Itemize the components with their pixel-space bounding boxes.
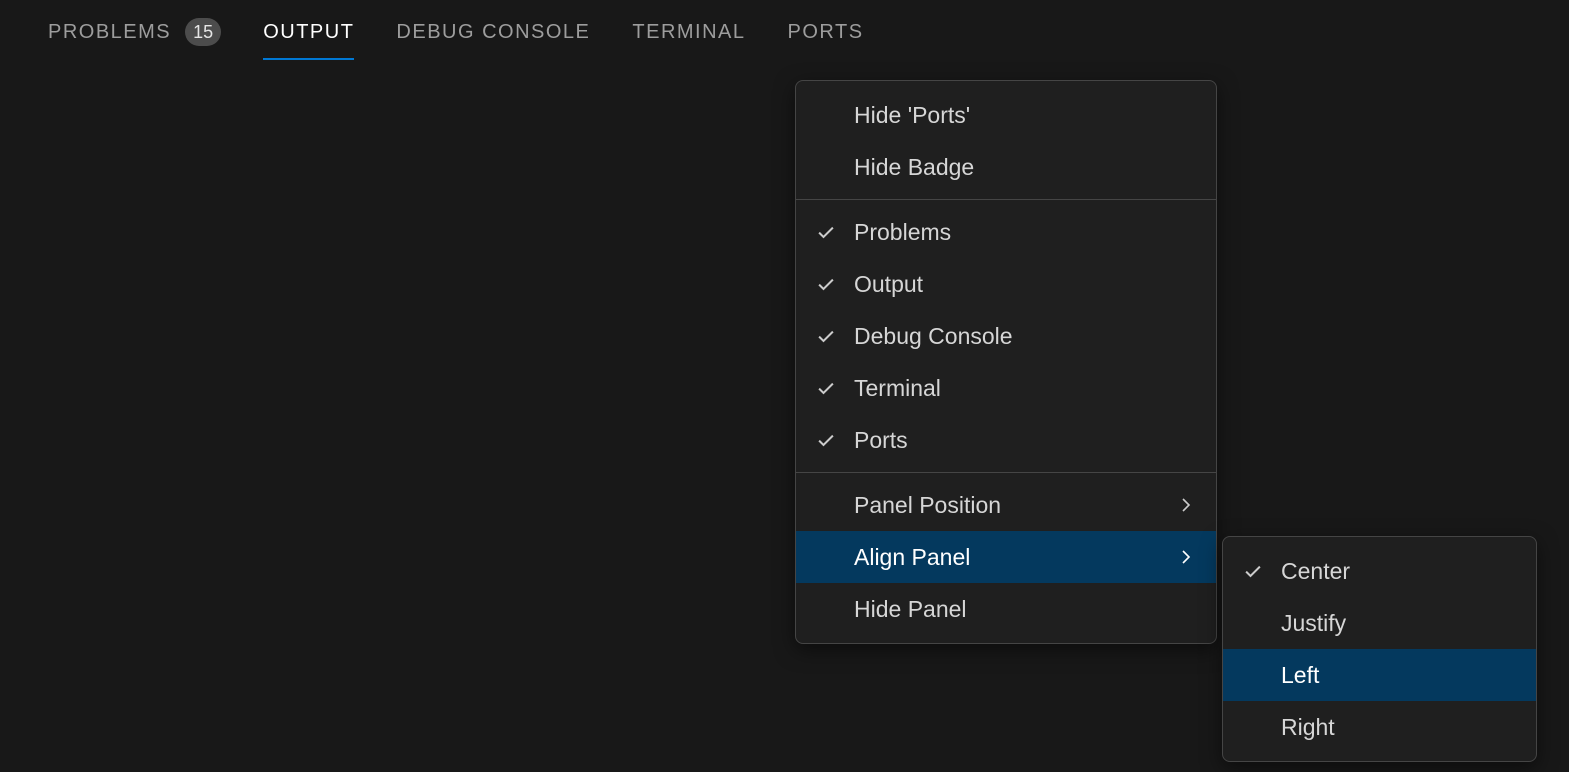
menu-hide-panel[interactable]: Hide Panel [796, 583, 1216, 635]
align-panel-submenu: Center Justify Left Right [1222, 536, 1537, 762]
menu-item-label: Output [854, 271, 1196, 298]
menu-toggle-problems[interactable]: Problems [796, 206, 1216, 258]
submenu-align-left[interactable]: Left [1223, 649, 1536, 701]
menu-toggle-terminal[interactable]: Terminal [796, 362, 1216, 414]
menu-item-label: Ports [854, 427, 1196, 454]
panel-tab-bar: PROBLEMS 15 OUTPUT DEBUG CONSOLE TERMINA… [0, 0, 1569, 64]
tab-label: OUTPUT [263, 21, 354, 44]
check-icon [816, 274, 850, 294]
check-icon [816, 430, 850, 450]
menu-item-label: Right [1281, 714, 1516, 741]
menu-item-label: Problems [854, 219, 1196, 246]
tab-problems[interactable]: PROBLEMS 15 [48, 18, 221, 62]
tab-label: DEBUG CONSOLE [396, 21, 590, 44]
submenu-align-center[interactable]: Center [1223, 545, 1536, 597]
tab-output[interactable]: OUTPUT [263, 21, 354, 60]
menu-align-panel[interactable]: Align Panel [796, 531, 1216, 583]
menu-item-label: Panel Position [854, 492, 1172, 519]
check-icon [816, 222, 850, 242]
tab-terminal[interactable]: TERMINAL [632, 21, 745, 60]
chevron-right-icon [1176, 495, 1196, 515]
problems-count-badge: 15 [185, 18, 221, 46]
check-icon [816, 326, 850, 346]
menu-hide-ports[interactable]: Hide 'Ports' [796, 89, 1216, 141]
menu-item-label: Debug Console [854, 323, 1196, 350]
menu-separator [796, 472, 1216, 473]
menu-item-label: Center [1281, 558, 1516, 585]
check-icon [1243, 561, 1277, 581]
menu-item-label: Terminal [854, 375, 1196, 402]
menu-hide-badge[interactable]: Hide Badge [796, 141, 1216, 193]
menu-item-label: Hide 'Ports' [854, 102, 1196, 129]
tab-label: PROBLEMS [48, 21, 171, 44]
menu-item-label: Hide Panel [854, 596, 1196, 623]
tab-label: PORTS [788, 21, 864, 44]
tab-ports[interactable]: PORTS [788, 21, 864, 60]
tab-debug-console[interactable]: DEBUG CONSOLE [396, 21, 590, 60]
submenu-align-right[interactable]: Right [1223, 701, 1536, 753]
menu-toggle-output[interactable]: Output [796, 258, 1216, 310]
panel-context-menu: Hide 'Ports' Hide Badge Problems Output … [795, 80, 1217, 644]
menu-item-label: Left [1281, 662, 1516, 689]
menu-toggle-ports[interactable]: Ports [796, 414, 1216, 466]
menu-item-label: Align Panel [854, 544, 1172, 571]
check-icon [816, 378, 850, 398]
menu-item-label: Hide Badge [854, 154, 1196, 181]
menu-toggle-debug-console[interactable]: Debug Console [796, 310, 1216, 362]
tab-label: TERMINAL [632, 21, 745, 44]
menu-panel-position[interactable]: Panel Position [796, 479, 1216, 531]
menu-separator [796, 199, 1216, 200]
chevron-right-icon [1176, 547, 1196, 567]
menu-item-label: Justify [1281, 610, 1516, 637]
submenu-align-justify[interactable]: Justify [1223, 597, 1536, 649]
